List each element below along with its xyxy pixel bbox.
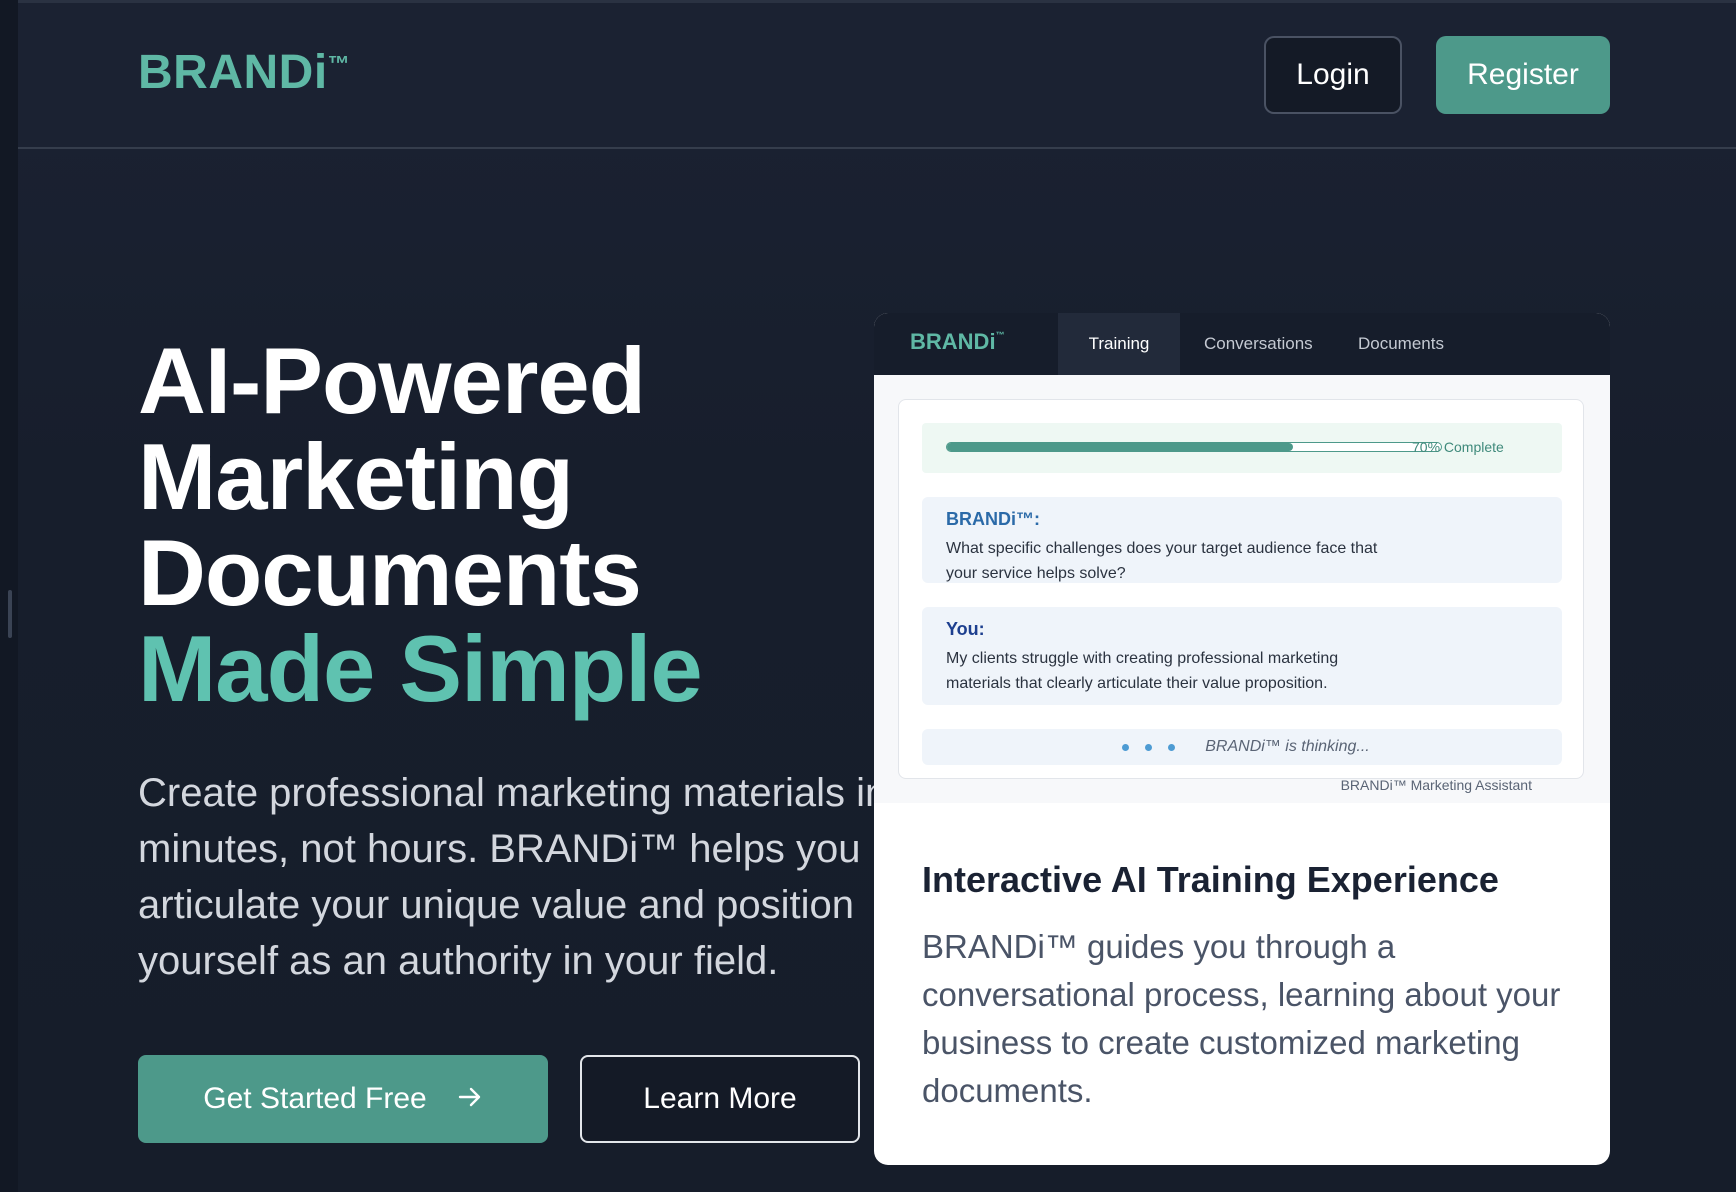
feature-description: BRANDi™ guides you through a conversatio… — [922, 928, 1561, 1109]
get-started-label: Get Started Free — [203, 1082, 427, 1115]
assistant-caption: BRANDi™ Marketing Assistant — [1340, 777, 1532, 793]
progress-bar — [946, 442, 1442, 452]
tab-training[interactable]: Training — [1058, 313, 1180, 375]
typing-dots-icon — [1114, 738, 1183, 756]
message-text: My clients struggle with creating profes… — [946, 650, 1339, 692]
chat-message-assistant: BRANDi™: What specific challenges does y… — [922, 497, 1562, 583]
chat-message-user: You: My clients struggle with creating p… — [922, 607, 1562, 705]
preview-logo-text: BRANDi — [910, 329, 996, 354]
learn-more-button[interactable]: Learn More — [580, 1055, 860, 1143]
progress-fill — [947, 443, 1293, 451]
tab-conversations[interactable]: Conversations — [1204, 313, 1313, 375]
hero-title-accent: Made Simple — [138, 616, 703, 721]
preview-navbar: BRANDi™ Training Conversations Documents — [874, 313, 1610, 375]
feature-title: Interactive AI Training Experience — [922, 859, 1499, 900]
progress-section: 70% Complete — [922, 423, 1562, 473]
feature-card: BRANDi™ Training Conversations Documents… — [874, 313, 1610, 1165]
typing-text: BRANDi™ is thinking... — [1205, 738, 1370, 755]
arrow-right-icon — [457, 1080, 483, 1119]
typing-indicator: BRANDi™ is thinking... — [922, 729, 1562, 765]
hero-title: AI-Powered Marketing Documents Made Simp… — [138, 328, 703, 721]
brand-logo-text: BRANDi — [138, 46, 328, 99]
get-started-button[interactable]: Get Started Free — [138, 1055, 548, 1143]
window-left-edge — [0, 0, 18, 1192]
page: BRANDi™ Login Register AI-Powered Market… — [18, 0, 1736, 1192]
site-header: BRANDi™ Login Register — [18, 3, 1736, 149]
preview-logo-tm: ™ — [995, 330, 1005, 340]
register-button[interactable]: Register — [1436, 36, 1610, 114]
hero-description: Create professional marketing materials … — [138, 771, 888, 983]
resize-handle[interactable] — [8, 590, 12, 638]
message-sender: BRANDi™: — [946, 509, 1040, 529]
message-sender: You: — [946, 619, 985, 639]
brand-logo[interactable]: BRANDi™ — [138, 49, 350, 97]
progress-label: 70% Complete — [1412, 439, 1504, 455]
tab-documents[interactable]: Documents — [1358, 313, 1444, 375]
hero-title-line: Marketing — [138, 424, 574, 529]
preview-logo: BRANDi™ — [910, 331, 1005, 353]
brand-logo-tm: ™ — [327, 51, 351, 76]
hero-title-line: AI-Powered — [138, 328, 646, 433]
login-button[interactable]: Login — [1264, 36, 1402, 114]
hero-title-line: Documents — [138, 520, 642, 625]
message-text: What specific challenges does your targe… — [946, 540, 1378, 582]
